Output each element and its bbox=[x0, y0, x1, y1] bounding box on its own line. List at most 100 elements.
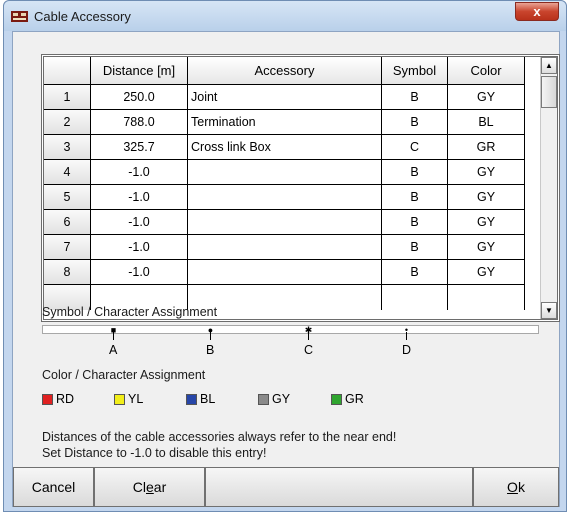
symbol-d-tick bbox=[406, 332, 407, 340]
color-legend-item: BL bbox=[186, 392, 215, 406]
row-number: 4 bbox=[44, 160, 91, 184]
header-symbol[interactable]: Symbol bbox=[382, 57, 448, 84]
symbol-cell[interactable]: B bbox=[382, 210, 448, 234]
distance-cell[interactable]: 788.0 bbox=[91, 110, 188, 134]
row-number: 6 bbox=[44, 210, 91, 234]
table-scrollbar[interactable]: ▲ ▼ bbox=[540, 57, 557, 319]
color-cell[interactable]: GR bbox=[448, 135, 525, 159]
color-cell[interactable]: BL bbox=[448, 110, 525, 134]
color-code: BL bbox=[200, 392, 216, 406]
symbol-cell[interactable]: B bbox=[382, 85, 448, 109]
symbol-cell[interactable]: B bbox=[382, 260, 448, 284]
symbol-a-letter: A bbox=[109, 343, 118, 357]
color-swatch-icon bbox=[114, 393, 125, 405]
color-cell[interactable]: GY bbox=[448, 260, 525, 284]
accessory-cell[interactable] bbox=[188, 185, 382, 209]
symbol-cell[interactable]: B bbox=[382, 235, 448, 259]
button-bar: Cancel Clear Ok bbox=[13, 467, 559, 507]
table-row[interactable]: 3 325.7 Cross link Box C GR bbox=[44, 135, 525, 160]
note-near-end: Distances of the cable accessories alway… bbox=[42, 430, 397, 444]
header-accessory[interactable]: Accessory bbox=[188, 57, 382, 84]
clear-button[interactable]: Clear bbox=[94, 467, 205, 507]
row-number: 1 bbox=[44, 85, 91, 109]
distance-cell[interactable]: 325.7 bbox=[91, 135, 188, 159]
symbol-b-tick bbox=[210, 332, 211, 340]
empty-cell bbox=[448, 285, 525, 310]
accessory-cell[interactable]: Joint bbox=[188, 85, 382, 109]
symbol-cell[interactable]: B bbox=[382, 185, 448, 209]
symbol-c-tick bbox=[308, 332, 309, 340]
color-assignment-title: Color / Character Assignment bbox=[42, 368, 206, 382]
row-number: 5 bbox=[44, 185, 91, 209]
color-cell[interactable]: GY bbox=[448, 210, 525, 234]
symbol-cell[interactable]: B bbox=[382, 160, 448, 184]
row-number: 8 bbox=[44, 260, 91, 284]
distance-cell[interactable]: 250.0 bbox=[91, 85, 188, 109]
table-row[interactable]: 1 250.0 Joint B GY bbox=[44, 85, 525, 110]
symbol-assignment-title: Symbol / Character Assignment bbox=[42, 305, 218, 319]
color-code: GY bbox=[272, 392, 291, 406]
color-code: GR bbox=[345, 392, 364, 406]
table-row[interactable]: 6 -1.0 B GY bbox=[44, 210, 525, 235]
empty-cell bbox=[188, 285, 382, 310]
color-swatch-icon bbox=[42, 393, 53, 405]
table-row[interactable]: 5 -1.0 B GY bbox=[44, 185, 525, 210]
accessory-table: Distance [m] Accessory Symbol Color 1 250… bbox=[41, 54, 560, 322]
scroll-down-icon[interactable]: ▼ bbox=[541, 302, 557, 319]
table-row[interactable]: 4 -1.0 B GY bbox=[44, 160, 525, 185]
row-number: 3 bbox=[44, 135, 91, 159]
color-legend-item: YL bbox=[114, 392, 143, 406]
color-cell[interactable]: GY bbox=[448, 185, 525, 209]
color-swatch-icon bbox=[331, 393, 342, 405]
scroll-up-icon[interactable]: ▲ bbox=[541, 57, 557, 74]
header-color[interactable]: Color bbox=[448, 57, 525, 84]
clear-label: Clear bbox=[132, 479, 167, 495]
accessory-cell[interactable] bbox=[188, 260, 382, 284]
distance-cell[interactable]: -1.0 bbox=[91, 260, 188, 284]
distance-cell[interactable]: -1.0 bbox=[91, 160, 188, 184]
color-code: RD bbox=[56, 392, 75, 406]
cable-accessory-window: Cable Accessory x Distance [m] Accessory… bbox=[3, 0, 567, 512]
accessory-cell[interactable] bbox=[188, 235, 382, 259]
accessory-cell[interactable]: Cross link Box bbox=[188, 135, 382, 159]
table-row[interactable]: 2 788.0 Termination B BL bbox=[44, 110, 525, 135]
accessory-cell[interactable]: Termination bbox=[188, 110, 382, 134]
symbol-cell[interactable]: C bbox=[382, 135, 448, 159]
table-row[interactable]: 7 -1.0 B GY bbox=[44, 235, 525, 260]
spacer-panel bbox=[205, 467, 473, 507]
symbol-d-letter: D bbox=[402, 343, 412, 357]
table-header-row: Distance [m] Accessory Symbol Color bbox=[44, 57, 525, 85]
symbol-c-letter: C bbox=[304, 343, 314, 357]
color-code: YL bbox=[128, 392, 144, 406]
close-button[interactable]: x bbox=[515, 2, 559, 21]
ok-label: Ok bbox=[507, 479, 525, 495]
window-title: Cable Accessory bbox=[34, 9, 131, 24]
close-icon: x bbox=[533, 4, 541, 19]
cancel-button[interactable]: Cancel bbox=[13, 467, 94, 507]
symbol-a-tick bbox=[113, 332, 114, 340]
color-cell[interactable]: GY bbox=[448, 235, 525, 259]
color-legend-item: RD bbox=[42, 392, 74, 406]
table-grid: Distance [m] Accessory Symbol Color 1 250… bbox=[44, 57, 525, 310]
distance-cell[interactable]: -1.0 bbox=[91, 185, 188, 209]
dialog-body: Distance [m] Accessory Symbol Color 1 250… bbox=[12, 31, 560, 507]
ok-button[interactable]: Ok bbox=[473, 467, 559, 507]
scroll-thumb[interactable] bbox=[541, 76, 557, 108]
note-disable-entry: Set Distance to -1.0 to disable this ent… bbox=[42, 446, 267, 460]
distance-cell[interactable]: -1.0 bbox=[91, 210, 188, 234]
color-legend-item: GR bbox=[331, 392, 364, 406]
symbol-cell[interactable]: B bbox=[382, 110, 448, 134]
color-cell[interactable]: GY bbox=[448, 85, 525, 109]
color-swatch-icon bbox=[186, 393, 197, 405]
accessory-cell[interactable] bbox=[188, 160, 382, 184]
header-corner bbox=[44, 57, 91, 84]
empty-cell bbox=[382, 285, 448, 310]
row-number: 2 bbox=[44, 110, 91, 134]
cable-accessory-app-icon bbox=[11, 11, 28, 22]
table-row[interactable]: 8 -1.0 B GY bbox=[44, 260, 525, 285]
header-distance[interactable]: Distance [m] bbox=[91, 57, 188, 84]
color-cell[interactable]: GY bbox=[448, 160, 525, 184]
title-bar: Cable Accessory x bbox=[4, 1, 566, 31]
accessory-cell[interactable] bbox=[188, 210, 382, 234]
distance-cell[interactable]: -1.0 bbox=[91, 235, 188, 259]
